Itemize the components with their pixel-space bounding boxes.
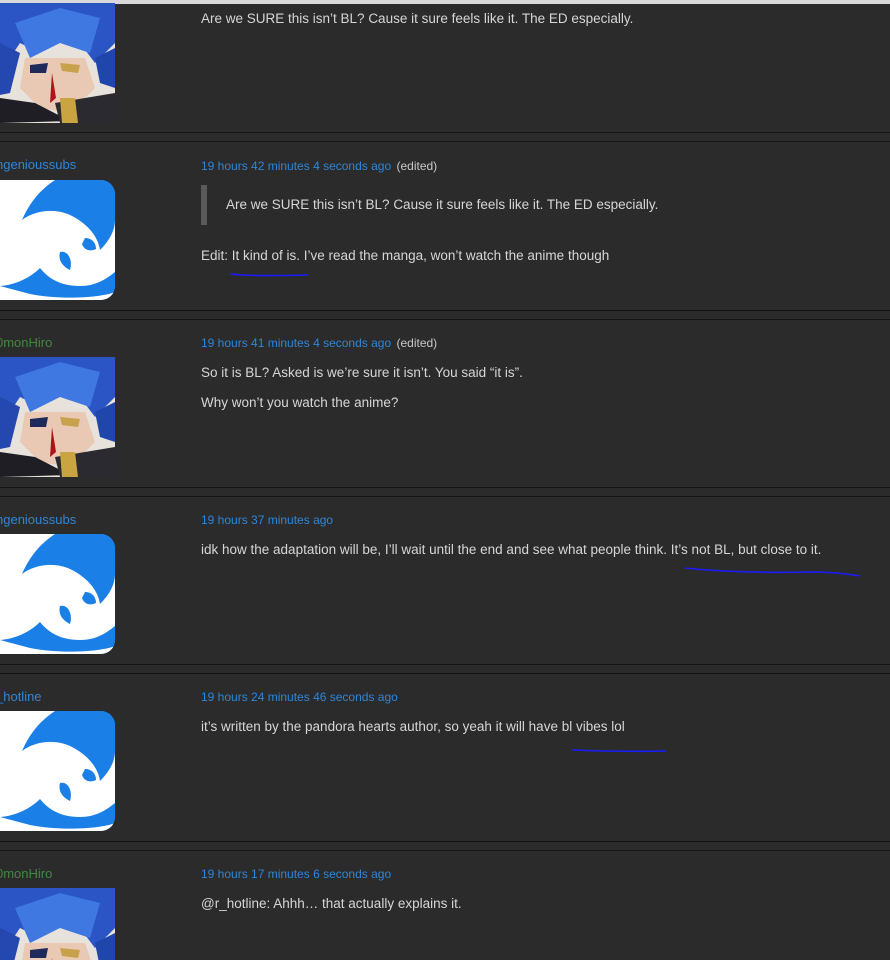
comment-text: it’s written by the pandora hearts autho…	[201, 719, 625, 734]
comment-meta: 19 hours 37 minutes ago	[201, 513, 333, 527]
comment-text: idk how the adaptation will be, I’ll wai…	[201, 542, 822, 557]
username-link[interactable]: 0monHiro	[0, 335, 52, 350]
avatar[interactable]	[0, 180, 115, 300]
pen-underline-scribble	[571, 749, 667, 753]
avatar[interactable]	[0, 888, 115, 960]
edited-label: (edited)	[396, 159, 438, 173]
comment-text: @r_hotline: Ahhh… that actually explains…	[201, 896, 462, 911]
pen-underline-scribble	[229, 273, 309, 277]
anime-portrait-icon	[0, 357, 115, 477]
username-link[interactable]: ngenioussubs	[0, 157, 76, 172]
comment-separator	[0, 664, 890, 674]
edited-label: (edited)	[396, 336, 438, 350]
comment-meta: 19 hours 24 minutes 46 seconds ago	[201, 690, 398, 704]
shared-logo-icon	[0, 180, 115, 300]
comment-separator	[0, 487, 890, 497]
timestamp-link[interactable]: 19 hours 37 minutes ago	[201, 513, 333, 527]
top-edge-bar	[0, 0, 890, 4]
avatar[interactable]	[0, 3, 115, 123]
username-link[interactable]: _hotline	[0, 689, 42, 704]
quote-text: Are we SURE this isn’t BL? Cause it sure…	[226, 197, 659, 212]
anime-portrait-icon	[0, 888, 115, 960]
avatar[interactable]	[0, 534, 115, 654]
comment-separator	[0, 841, 890, 851]
shared-logo-icon	[0, 711, 115, 831]
username-link[interactable]: ngenioussubs	[0, 512, 76, 527]
timestamp-link[interactable]: 19 hours 41 minutes 4 seconds ago	[201, 336, 391, 350]
comment-text: So it is BL? Asked is we’re sure it isn’…	[201, 365, 523, 380]
comment-separator	[0, 132, 890, 142]
comment-text: Why won’t you watch the anime?	[201, 395, 399, 410]
timestamp-link[interactable]: 19 hours 24 minutes 46 seconds ago	[201, 690, 398, 704]
comment-meta: 19 hours 41 minutes 4 seconds ago (edite…	[201, 336, 437, 350]
timestamp-link[interactable]: 19 hours 42 minutes 4 seconds ago	[201, 159, 391, 173]
pen-underline-scribble	[684, 567, 861, 577]
comment-meta: 19 hours 42 minutes 4 seconds ago (edite…	[201, 159, 437, 173]
comment-separator	[0, 310, 890, 320]
comment-text: Edit: It kind of is. I’ve read the manga…	[201, 248, 610, 263]
avatar[interactable]	[0, 711, 115, 831]
quote-block: Are we SURE this isn’t BL? Cause it sure…	[201, 185, 861, 225]
anime-portrait-icon	[0, 3, 115, 123]
shared-logo-icon	[0, 534, 115, 654]
avatar[interactable]	[0, 357, 115, 477]
username-link[interactable]: 0monHiro	[0, 866, 52, 881]
comment-meta: 19 hours 17 minutes 6 seconds ago	[201, 867, 391, 881]
timestamp-link[interactable]: 19 hours 17 minutes 6 seconds ago	[201, 867, 391, 881]
comment-text: Are we SURE this isn’t BL? Cause it sure…	[201, 11, 634, 26]
